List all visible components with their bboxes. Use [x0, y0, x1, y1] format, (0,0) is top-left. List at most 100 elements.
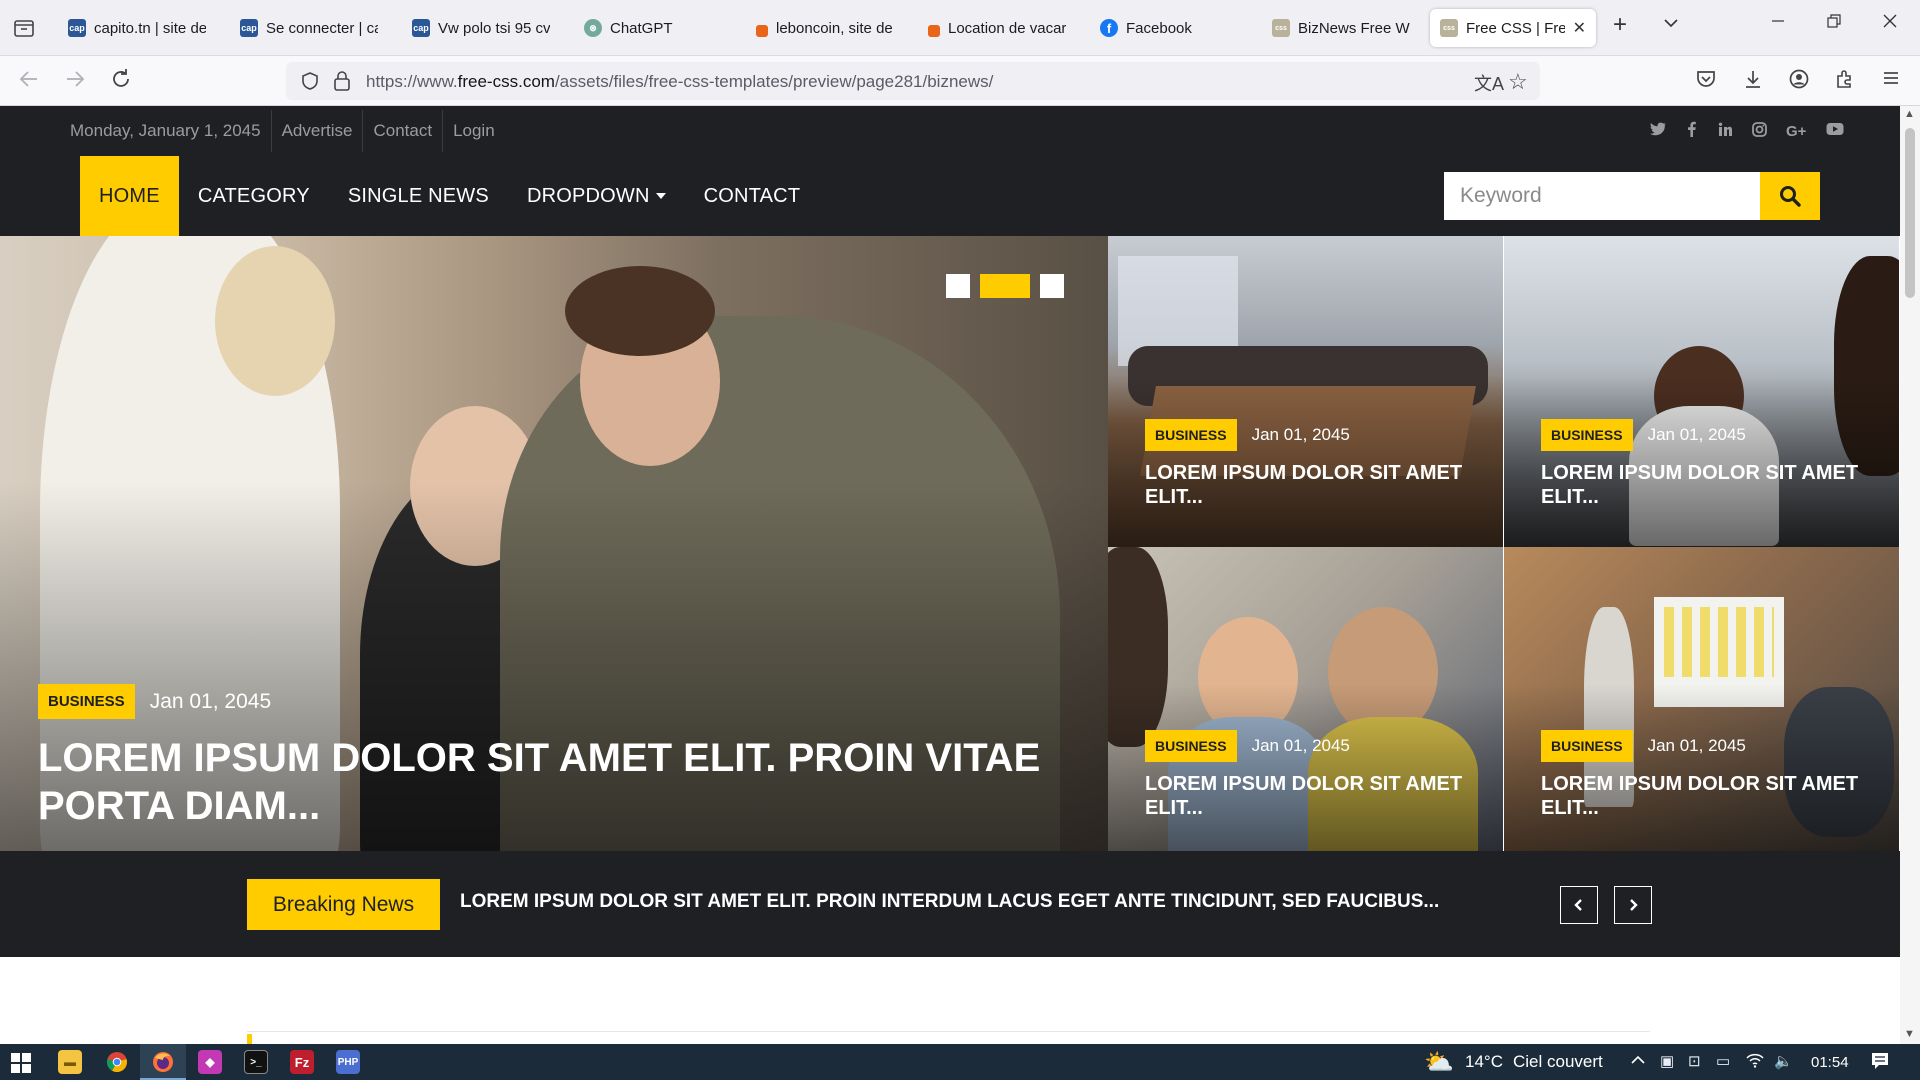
bookmark-star-icon[interactable]: ☆	[1508, 69, 1528, 95]
news-card[interactable]: Business Jan 01, 2045 Lorem ipsum dolor …	[1108, 547, 1503, 851]
downloads-icon[interactable]	[1740, 68, 1766, 94]
hamburger-menu-icon[interactable]	[1878, 68, 1904, 94]
volume-icon[interactable]: 🔈	[1774, 1052, 1793, 1070]
post-date[interactable]: Jan 01, 2045	[1648, 736, 1746, 756]
browser-tab[interactable]: css BizNews Free Wel	[1262, 9, 1420, 47]
google-plus-icon[interactable]: G+	[1786, 123, 1806, 140]
tab-label: capito.tn | site de	[94, 19, 206, 37]
url-text: https://www.free-css.com/assets/files/fr…	[366, 72, 993, 92]
nav-contact[interactable]: Contact	[685, 156, 820, 236]
hero-slide[interactable]: Business Jan 01, 2045 Lorem ipsum dolor …	[0, 236, 1108, 851]
twitter-icon[interactable]	[1650, 122, 1666, 140]
firefox-icon[interactable]	[151, 1050, 175, 1074]
lock-icon[interactable]	[332, 70, 352, 97]
tab-list-icon[interactable]	[12, 16, 36, 40]
chrome-icon[interactable]	[105, 1050, 129, 1074]
close-tab-icon[interactable]: ✕	[1573, 18, 1586, 38]
breaking-next-button[interactable]	[1614, 886, 1652, 924]
tab-label: leboncoin, site de	[776, 19, 893, 37]
hero-title[interactable]: Lorem ipsum dolor sit amet elit. Proin v…	[38, 734, 1058, 830]
reload-icon[interactable]	[108, 68, 134, 94]
contact-link[interactable]: Contact	[363, 110, 444, 152]
category-badge[interactable]: Business	[1541, 730, 1633, 762]
search-button[interactable]	[1760, 172, 1820, 220]
breaking-prev-button[interactable]	[1560, 886, 1598, 924]
tab-label: Se connecter | cap	[266, 19, 378, 37]
facebook-icon[interactable]	[1684, 121, 1698, 141]
browser-tab[interactable]: f Facebook	[1090, 9, 1248, 47]
search-icon	[1780, 186, 1801, 207]
carousel-dot[interactable]	[1040, 274, 1064, 298]
scroll-down-icon[interactable]: ▼	[1904, 1028, 1915, 1040]
carousel-dot[interactable]	[946, 274, 970, 298]
nav-dropdown-label: Dropdown	[526, 184, 650, 207]
weather-widget[interactable]: 14°C Ciel couvert	[1465, 1044, 1603, 1080]
current-date: Monday, January 1, 2045	[60, 110, 272, 152]
browser-tab[interactable]: ⊛ ChatGPT	[574, 9, 732, 47]
breaking-news-headline[interactable]: Lorem ipsum dolor sit amet elit. Proin i…	[460, 891, 1540, 913]
browser-tab[interactable]: cap Vw polo tsi 95 cv	[402, 9, 560, 47]
browser-tab[interactable]: Location de vacar	[918, 9, 1076, 47]
restore-window-icon[interactable]	[1826, 12, 1842, 35]
new-tab-icon[interactable]: +	[1613, 11, 1627, 39]
news-card[interactable]: Business Jan 01, 2045 Lorem ipsum dolor …	[1504, 547, 1899, 851]
wifi-icon[interactable]	[1746, 1052, 1764, 1072]
nav-single-news[interactable]: Single News	[329, 156, 508, 236]
page-scrollbar[interactable]: ▲ ▼	[1900, 106, 1920, 1044]
carousel-dot-active[interactable]	[980, 274, 1030, 298]
minimize-window-icon[interactable]	[1770, 12, 1786, 35]
weather-cloudy-icon[interactable]: ⛅	[1424, 1048, 1454, 1077]
category-badge[interactable]: Business	[1145, 730, 1237, 762]
tracking-protection-shield-icon[interactable]	[300, 71, 320, 96]
app-icon[interactable]: ◆	[198, 1050, 222, 1074]
card-title[interactable]: Lorem ipsum dolor sit amet elit...	[1541, 772, 1881, 820]
url-bar[interactable]: https://www.free-css.com/assets/files/fr…	[286, 62, 1540, 100]
instagram-icon[interactable]	[1752, 121, 1767, 141]
terminal-icon[interactable]: >_	[244, 1050, 268, 1074]
browser-tab[interactable]: cap Se connecter | cap	[230, 9, 388, 47]
php-app-icon[interactable]: PHP	[336, 1050, 360, 1074]
close-window-icon[interactable]	[1882, 12, 1898, 35]
advertise-link[interactable]: Advertise	[272, 110, 364, 152]
file-explorer-icon[interactable]: ▬	[58, 1050, 82, 1074]
category-badge[interactable]: Business	[38, 684, 135, 719]
news-card[interactable]: Business Jan 01, 2045 Lorem ipsum dolor …	[1504, 236, 1899, 547]
nav-home[interactable]: Home	[80, 156, 179, 236]
nav-category[interactable]: Category	[179, 156, 329, 236]
filezilla-icon[interactable]: Fz	[290, 1050, 314, 1074]
windows-start-icon[interactable]	[11, 1053, 31, 1078]
chevron-up-icon[interactable]	[1630, 1052, 1646, 1072]
screen-icon[interactable]: ⊡	[1688, 1052, 1701, 1070]
news-card[interactable]: Business Jan 01, 2045 Lorem ipsum dolor …	[1108, 236, 1503, 547]
post-date[interactable]: Jan 01, 2045	[150, 690, 271, 714]
card-title[interactable]: Lorem ipsum dolor sit amet elit...	[1145, 461, 1485, 509]
clock[interactable]: 01:54	[1811, 1044, 1849, 1080]
category-badge[interactable]: Business	[1145, 419, 1237, 451]
forward-icon[interactable]	[62, 68, 88, 94]
browser-tab[interactable]: leboncoin, site de	[746, 9, 904, 47]
browser-tab[interactable]: cap capito.tn | site de	[58, 9, 216, 47]
card-title[interactable]: Lorem ipsum dolor sit amet elit...	[1145, 772, 1485, 820]
meet-now-icon[interactable]: ▣	[1660, 1052, 1674, 1070]
list-all-tabs-icon[interactable]	[1663, 14, 1679, 37]
category-badge[interactable]: Business	[1541, 419, 1633, 451]
youtube-icon[interactable]	[1826, 122, 1844, 140]
login-link[interactable]: Login	[443, 110, 505, 152]
account-icon[interactable]	[1786, 68, 1812, 94]
scroll-up-icon[interactable]: ▲	[1904, 108, 1915, 120]
notification-center-icon[interactable]	[1870, 1051, 1890, 1075]
nav-dropdown[interactable]: Dropdown	[508, 156, 685, 236]
scrollbar-thumb[interactable]	[1905, 128, 1915, 298]
browser-tab-active[interactable]: css Free CSS | Free ✕	[1430, 9, 1596, 47]
search-input[interactable]	[1444, 172, 1760, 220]
translate-icon[interactable]: 文A	[1474, 70, 1504, 96]
back-icon[interactable]	[16, 68, 42, 94]
extensions-icon[interactable]	[1832, 68, 1858, 94]
post-date[interactable]: Jan 01, 2045	[1252, 736, 1350, 756]
post-date[interactable]: Jan 01, 2045	[1648, 425, 1746, 445]
card-title[interactable]: Lorem ipsum dolor sit amet elit...	[1541, 461, 1881, 509]
battery-icon[interactable]: ▭	[1716, 1052, 1730, 1070]
linkedin-icon[interactable]	[1718, 122, 1732, 141]
post-date[interactable]: Jan 01, 2045	[1252, 425, 1350, 445]
pocket-icon[interactable]	[1693, 68, 1719, 94]
